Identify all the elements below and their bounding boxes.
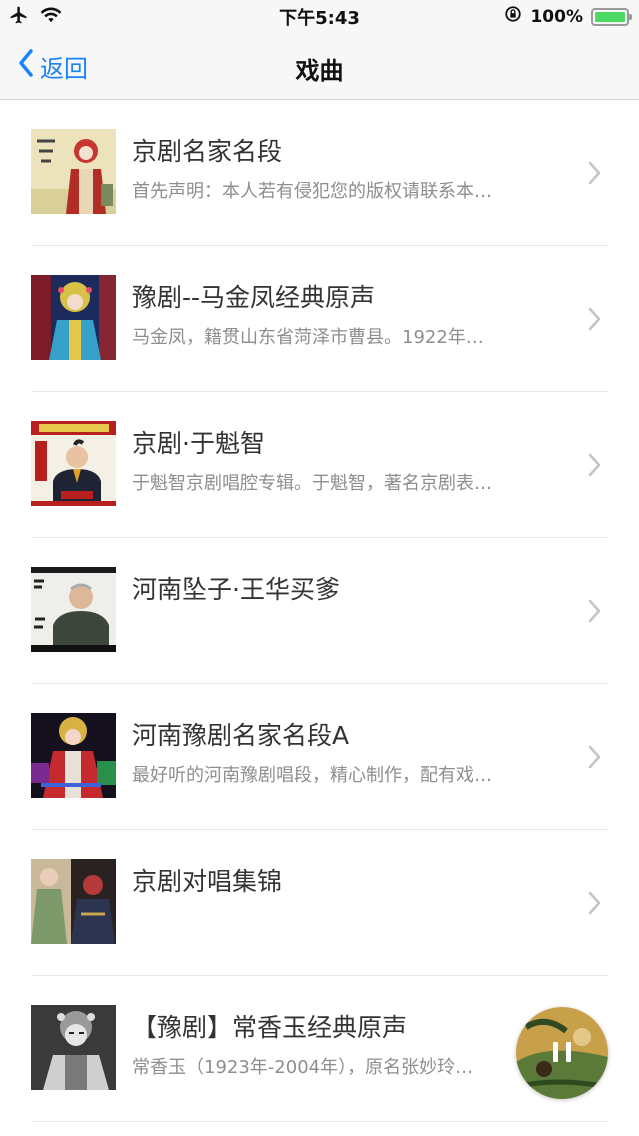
now-playing-pause-button[interactable] bbox=[516, 1007, 608, 1099]
list-item[interactable]: 河南坠子·王华买爹 bbox=[0, 538, 639, 684]
item-thumbnail bbox=[31, 567, 116, 652]
chevron-right-icon bbox=[587, 306, 601, 336]
item-title: 京剧·于魁智 bbox=[132, 429, 265, 458]
battery-level bbox=[595, 11, 625, 22]
chevron-right-icon bbox=[587, 160, 601, 190]
list-item[interactable]: 河南豫剧名家名段A 最好听的河南豫剧唱段，精心制作，配有戏… bbox=[0, 684, 639, 830]
list-item[interactable]: 豫剧--马金凤经典原声 马金凤，籍贯山东省菏泽市曹县。1922年… bbox=[0, 246, 639, 392]
item-title: 河南豫剧名家名段A bbox=[132, 721, 350, 750]
status-right: 100% bbox=[504, 5, 632, 28]
item-description: 常香玉（1923年-2004年），原名张妙玲… bbox=[132, 1057, 474, 1078]
item-thumbnail bbox=[31, 713, 116, 798]
item-description: 于魁智京剧唱腔专辑。于魁智，著名京剧表… bbox=[132, 473, 492, 494]
item-thumbnail bbox=[31, 129, 116, 214]
chevron-right-icon bbox=[587, 598, 601, 628]
chevron-right-icon bbox=[587, 890, 601, 920]
item-thumbnail bbox=[31, 275, 116, 360]
item-description: 马金凤，籍贯山东省菏泽市曹县。1922年… bbox=[132, 327, 484, 348]
chevron-right-icon bbox=[587, 452, 601, 482]
rotation-lock-icon bbox=[504, 5, 522, 28]
item-description: 最好听的河南豫剧唱段，精心制作，配有戏… bbox=[132, 765, 492, 786]
divider bbox=[31, 1121, 608, 1122]
battery-percent: 100% bbox=[530, 6, 583, 27]
chevron-right-icon bbox=[587, 744, 601, 774]
item-thumbnail bbox=[31, 421, 116, 506]
battery-icon bbox=[591, 7, 632, 26]
item-description: 首先声明：本人若有侵犯您的版权请联系本… bbox=[132, 181, 492, 202]
navigation-bar: 返回 戏曲 bbox=[0, 32, 639, 100]
item-thumbnail bbox=[31, 859, 116, 944]
list-item[interactable]: 京剧·于魁智 于魁智京剧唱腔专辑。于魁智，著名京剧表… bbox=[0, 392, 639, 538]
list-item[interactable]: 京剧对唱集锦 bbox=[0, 830, 639, 976]
page-title: 戏曲 bbox=[295, 57, 344, 85]
status-bar: 下午5:43 100% bbox=[0, 0, 639, 32]
item-title: 河南坠子·王华买爹 bbox=[132, 575, 340, 604]
item-title: 【豫剧】常香玉经典原声 bbox=[132, 1013, 408, 1042]
item-title: 豫剧--马金凤经典原声 bbox=[132, 283, 376, 312]
item-title: 京剧对唱集锦 bbox=[132, 867, 283, 896]
item-thumbnail bbox=[31, 1005, 116, 1090]
item-title: 京剧名家名段 bbox=[132, 137, 283, 166]
list-item[interactable]: 京剧名家名段 首先声明：本人若有侵犯您的版权请联系本… bbox=[0, 100, 639, 246]
opera-list: 京剧名家名段 首先声明：本人若有侵犯您的版权请联系本… 豫剧--马金凤经典原声 … bbox=[0, 100, 639, 1122]
